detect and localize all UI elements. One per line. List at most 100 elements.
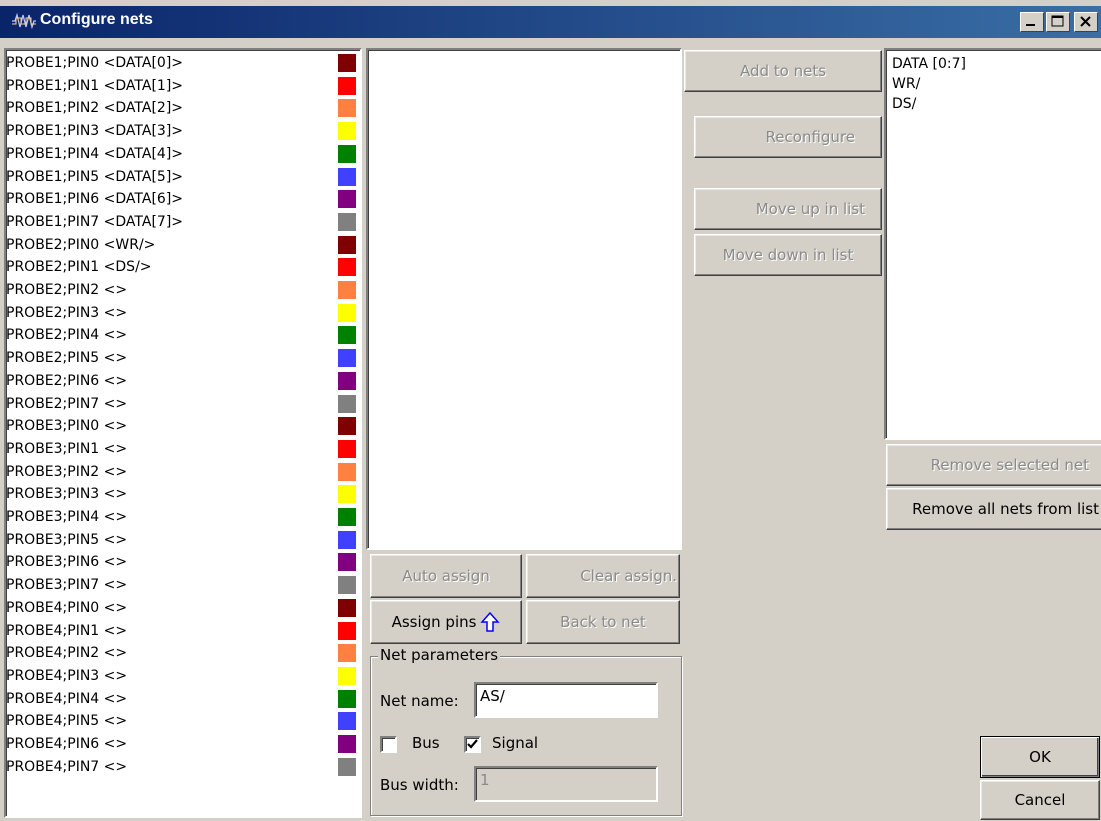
pin-list-item[interactable]: PROBE4;PIN4 <> <box>6 688 356 710</box>
cancel-button[interactable]: Cancel <box>980 780 1100 820</box>
pin-list-item[interactable]: PROBE3;PIN7 <> <box>6 574 356 596</box>
pin-color-swatch <box>338 281 356 299</box>
pin-color-swatch <box>338 508 356 526</box>
assigned-pins-list[interactable] <box>366 48 682 550</box>
arrow-up-icon <box>480 611 501 632</box>
pin-color-swatch <box>338 644 356 663</box>
pin-label: PROBE3;PIN6 <> <box>6 554 128 571</box>
ok-button[interactable]: OK <box>980 736 1100 778</box>
pin-list[interactable]: PROBE1;PIN0 <DATA[0]> PROBE1;PIN1 <DATA[1… <box>4 48 362 818</box>
net-name-input[interactable]: AS/ <box>474 682 658 718</box>
pin-list-item[interactable]: PROBE3;PIN1 <> <box>6 438 356 460</box>
pin-color-swatch <box>338 530 356 549</box>
clear-assign-button[interactable]: Clear assign. <box>526 554 680 598</box>
pin-list-item[interactable]: PROBE1;PIN4 <DATA[4]> <box>6 143 356 165</box>
auto-assign-button[interactable]: Auto assign <box>370 554 522 598</box>
pin-list-item[interactable]: PROBE4;PIN3 <> <box>6 665 356 687</box>
pin-list-item[interactable]: PROBE4;PIN0 <> <box>6 597 356 619</box>
pin-list-item[interactable]: PROBE2;PIN1 <DS/> <box>6 256 356 278</box>
pin-list-item[interactable]: PROBE4;PIN5 <> <box>6 710 356 732</box>
bus-width-label: Bus width: <box>380 776 459 794</box>
pin-list-item[interactable]: PROBE3;PIN4 <> <box>6 506 356 528</box>
close-button[interactable] <box>1074 12 1098 32</box>
net-list[interactable]: DATA [0:7] WR/DS/ <box>884 48 1101 440</box>
close-icon <box>1080 16 1091 27</box>
pin-list-item[interactable]: PROBE1;PIN5 <DATA[5]> <box>6 166 356 188</box>
maximize-button[interactable] <box>1046 12 1070 32</box>
pin-list-item[interactable]: PROBE1;PIN1 <DATA[1]> <box>6 75 356 97</box>
pin-list-item[interactable]: PROBE1;PIN3 <DATA[3]> <box>6 120 356 142</box>
pin-color-swatch <box>338 485 356 504</box>
pin-color-swatch <box>338 462 356 481</box>
pin-list-item[interactable]: PROBE3;PIN6 <> <box>6 551 356 573</box>
assign-pins-button[interactable]: Assign pins <box>370 600 522 644</box>
pin-label: PROBE3;PIN7 <> <box>6 577 128 594</box>
reconfigure-button[interactable]: Reconfigure <box>694 116 882 158</box>
pin-color-swatch <box>338 190 356 209</box>
maximize-icon <box>1051 15 1064 27</box>
pin-list-item[interactable]: PROBE1;PIN6 <DATA[6]> <box>6 188 356 210</box>
remove-selected-net-button[interactable]: Remove selected net <box>886 444 1101 486</box>
pin-color-swatch <box>338 576 356 595</box>
pin-color-swatch <box>338 553 356 572</box>
pin-label: PROBE4;PIN0 <> <box>6 599 128 616</box>
move-up-button[interactable]: Move up in list <box>694 188 882 230</box>
pin-label: PROBE2;PIN1 <DS/> <box>6 259 152 276</box>
back-to-net-button[interactable]: Back to net <box>526 600 680 644</box>
pin-list-item[interactable]: PROBE2;PIN2 <> <box>6 279 356 301</box>
pin-list-item[interactable]: PROBE4;PIN6 <> <box>6 733 356 755</box>
title-bar[interactable]: Configure nets <box>0 6 1101 38</box>
pin-list-item[interactable]: PROBE2;PIN5 <> <box>6 347 356 369</box>
remove-all-nets-button[interactable]: Remove all nets from list <box>886 488 1101 530</box>
pin-list-item[interactable]: PROBE4;PIN7 <> <box>6 756 356 778</box>
net-list-item[interactable]: DATA [0:7] <box>892 54 966 74</box>
pin-list-item[interactable]: PROBE3;PIN5 <> <box>6 529 356 551</box>
move-down-button[interactable]: Move down in list <box>694 234 882 276</box>
pin-list-item[interactable]: PROBE1;PIN0 <DATA[0]> <box>6 52 356 74</box>
bus-width-input[interactable]: 1 <box>474 766 658 802</box>
minimize-button[interactable] <box>1020 12 1044 32</box>
pin-color-swatch <box>338 439 356 458</box>
pin-label: PROBE1;PIN7 <DATA[7]> <box>6 213 184 230</box>
pin-list-item[interactable]: PROBE2;PIN4 <> <box>6 324 356 346</box>
pin-label: PROBE4;PIN1 <> <box>6 622 128 639</box>
net-list-item[interactable]: WR/ <box>892 74 920 94</box>
pin-label: PROBE4;PIN5 <> <box>6 713 128 730</box>
pin-label: PROBE1;PIN4 <DATA[4]> <box>6 145 184 162</box>
pin-list-item[interactable]: PROBE2;PIN7 <> <box>6 393 356 415</box>
pin-label: PROBE3;PIN5 <> <box>6 531 128 548</box>
pin-list-item[interactable]: PROBE4;PIN2 <> <box>6 642 356 664</box>
pin-color-swatch <box>338 735 356 753</box>
pin-list-item[interactable]: PROBE2;PIN0 <WR/> <box>6 234 356 256</box>
pin-color-swatch <box>338 371 356 390</box>
pin-label: PROBE2;PIN4 <> <box>6 327 128 344</box>
pin-color-swatch <box>338 598 356 617</box>
pin-color-swatch <box>338 394 356 413</box>
pin-label: PROBE1;PIN3 <DATA[3]> <box>6 123 184 140</box>
pin-list-item[interactable]: PROBE3;PIN0 <> <box>6 415 356 437</box>
net-list-item[interactable]: DS/ <box>892 94 916 114</box>
net-parameters-legend: Net parameters <box>378 646 501 664</box>
pin-list-item[interactable]: PROBE2;PIN6 <> <box>6 370 356 392</box>
pin-label: PROBE2;PIN6 <> <box>6 372 128 389</box>
bus-checkbox[interactable] <box>380 736 397 753</box>
pin-label: PROBE2;PIN0 <WR/> <box>6 236 156 253</box>
add-to-nets-button[interactable]: Add to nets <box>684 50 882 92</box>
pin-label: PROBE3;PIN1 <> <box>6 440 128 457</box>
pin-color-swatch <box>338 757 356 776</box>
signal-checkbox[interactable] <box>464 736 481 753</box>
pin-list-item[interactable]: PROBE3;PIN3 <> <box>6 483 356 505</box>
pin-list-item[interactable]: PROBE2;PIN3 <> <box>6 302 356 324</box>
pin-color-swatch <box>338 235 356 254</box>
pin-list-item[interactable]: PROBE3;PIN2 <> <box>6 461 356 483</box>
pin-label: PROBE4;PIN3 <> <box>6 667 128 684</box>
pin-color-swatch <box>338 212 356 231</box>
pin-label: PROBE2;PIN3 <> <box>6 304 128 321</box>
pin-label: PROBE3;PIN4 <> <box>6 509 128 525</box>
pin-color-swatch <box>338 326 356 345</box>
pin-label: PROBE2;PIN7 <> <box>6 395 128 412</box>
pin-list-item[interactable]: PROBE1;PIN2 <DATA[2]> <box>6 97 356 119</box>
pin-list-item[interactable]: PROBE4;PIN1 <> <box>6 620 356 642</box>
pin-label: PROBE1;PIN2 <DATA[2]> <box>6 100 184 117</box>
pin-list-item[interactable]: PROBE1;PIN7 <DATA[7]> <box>6 211 356 233</box>
